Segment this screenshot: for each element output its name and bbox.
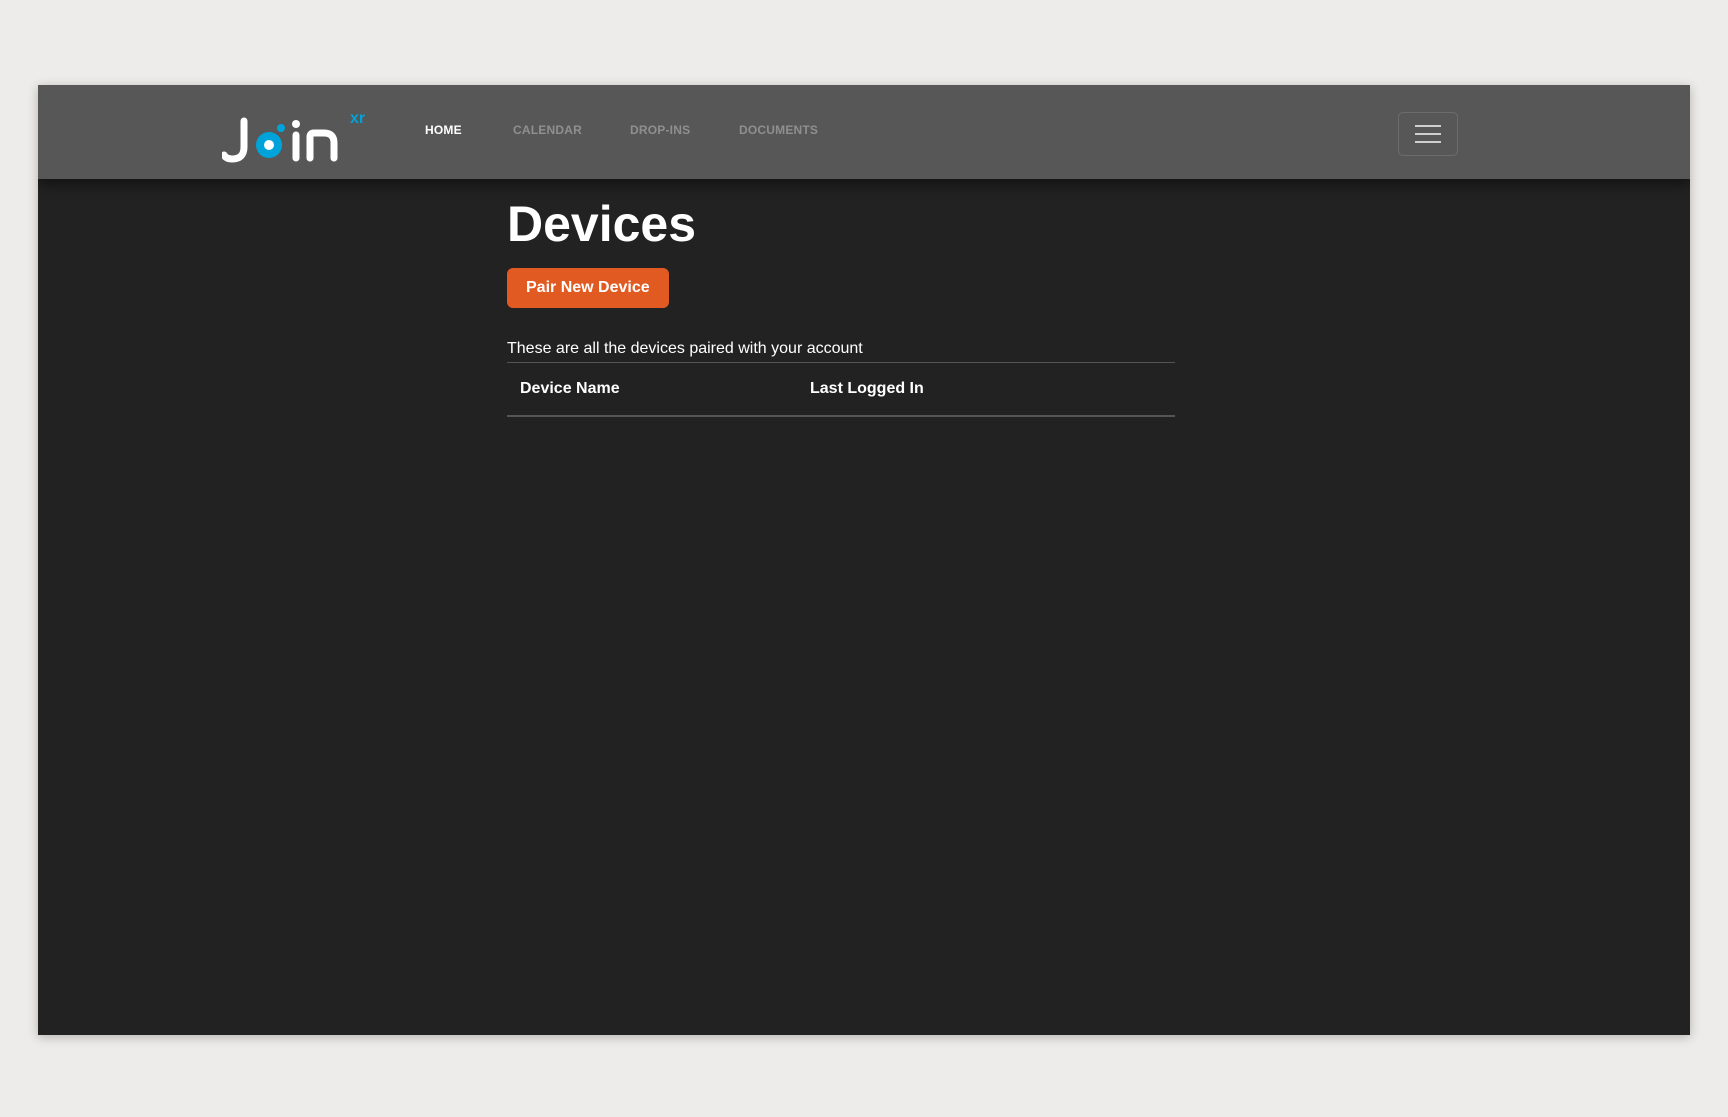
- page-title: Devices: [507, 196, 697, 252]
- top-navbar: xr HOME CALENDAR DROP-INS DOCUMENTS: [38, 85, 1690, 179]
- devices-description: These are all the devices paired with yo…: [507, 340, 863, 357]
- nav-drop-ins[interactable]: DROP-INS: [630, 123, 690, 137]
- hamburger-menu-icon: [1415, 123, 1441, 145]
- app-window: xr HOME CALENDAR DROP-INS DOCUMENTS Devi…: [38, 85, 1690, 1035]
- column-header-device-name[interactable]: Device Name: [507, 363, 797, 417]
- column-header-last-logged-in[interactable]: Last Logged In: [797, 363, 1175, 417]
- devices-table: Device Name Last Logged In: [507, 362, 1175, 417]
- devices-content: Devices Pair New Device These are all th…: [507, 195, 1175, 417]
- hamburger-menu-button[interactable]: [1398, 112, 1458, 156]
- nav-documents[interactable]: DOCUMENTS: [739, 123, 818, 137]
- nav-calendar[interactable]: CALENDAR: [513, 123, 582, 137]
- logo-superscript: xr: [350, 110, 365, 127]
- joinxr-logo[interactable]: xr: [220, 107, 372, 163]
- nav-home[interactable]: HOME: [425, 123, 462, 137]
- pair-new-device-button[interactable]: Pair New Device: [507, 268, 669, 308]
- table-header-row: Device Name Last Logged In: [507, 363, 1175, 417]
